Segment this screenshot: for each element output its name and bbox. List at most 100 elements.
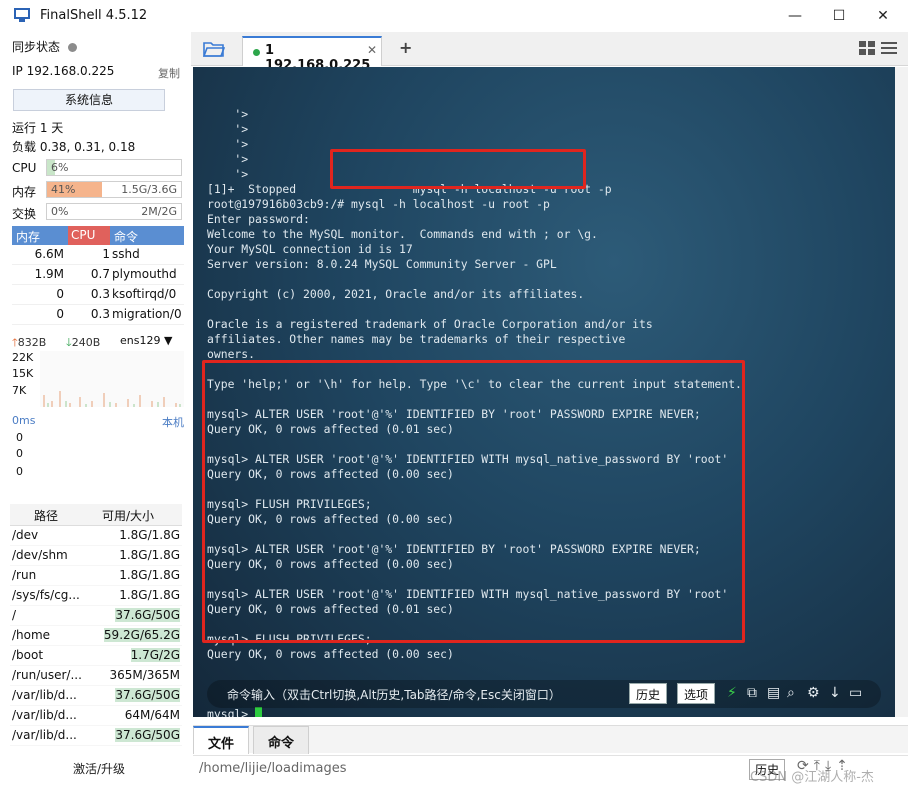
col-mem[interactable]: 内存	[16, 228, 40, 245]
arrow-down-icon[interactable]: ↓	[829, 685, 841, 701]
disk-path: /	[12, 608, 17, 622]
proc-cpu: 0.7	[90, 267, 110, 281]
mem-detail: 1.5G/3.6G	[121, 183, 177, 196]
process-row[interactable]: 6.6M 1 sshd	[12, 245, 184, 265]
disk-path: /sys/fs/cg...	[12, 588, 80, 602]
process-table-header: 内存 CPU 命令	[12, 226, 184, 245]
disk-row[interactable]: /var/lib/d... 64M/64M	[10, 706, 182, 726]
ping-monitor: 0ms 本机 0 0 0	[12, 414, 184, 492]
search-icon[interactable]: ⌕	[787, 685, 795, 701]
disk-row[interactable]: /run 1.8G/1.8G	[10, 566, 182, 586]
process-row[interactable]: 0 0.3 migration/0	[12, 305, 184, 325]
sync-dot-icon	[68, 43, 78, 52]
disk-size: 365M/365M	[109, 668, 180, 682]
disk-row[interactable]: /sys/fs/cg... 1.8G/1.8G	[10, 586, 182, 606]
disk-size: 1.8G/1.8G	[119, 528, 180, 542]
terminal-line: Oracle is a registered trademark of Orac…	[207, 317, 653, 331]
cpu-label: CPU	[12, 161, 37, 175]
process-row[interactable]: 0 0.3 ksoftirqd/0	[12, 285, 184, 305]
disk-size: 37.6G/50G	[115, 608, 180, 622]
command-input-bar[interactable]: 命令输入（双击Ctrl切换,Alt历史,Tab路径/命令,Esc关闭窗口） 历史…	[207, 680, 881, 708]
disk-size: 64M/64M	[124, 708, 180, 722]
col-path[interactable]: 路径	[34, 507, 58, 524]
command-input-hint[interactable]: 命令输入（双击Ctrl切换,Alt历史,Tab路径/命令,Esc关闭窗口）	[227, 686, 561, 703]
terminal-line: affiliates. Other names may be trademark…	[207, 332, 626, 346]
menu-icon[interactable]	[881, 42, 897, 54]
interface-select[interactable]: ens129 ▼	[120, 334, 172, 347]
tab-close-icon[interactable]: ✕	[367, 43, 377, 57]
ip-value: 192.168.0.225	[26, 64, 115, 78]
col-size[interactable]: 可用/大小	[102, 507, 154, 524]
disk-row[interactable]: /boot 1.7G/2G	[10, 646, 182, 666]
tab-file[interactable]: 文件	[193, 726, 250, 754]
disk-row[interactable]: /var/lib/d... 37.6G/50G	[10, 726, 182, 746]
disk-size: 1.8G/1.8G	[119, 568, 180, 582]
disk-row[interactable]: /var/lib/d... 37.6G/50G	[10, 686, 182, 706]
disk-row[interactable]: /dev/shm 1.8G/1.8G	[10, 546, 182, 566]
sync-label: 同步状态	[12, 40, 61, 54]
history-button[interactable]: 历史	[629, 683, 668, 704]
path-input[interactable]: /home/lijie/loadimages	[199, 761, 347, 776]
disk-path: /home	[12, 628, 51, 642]
disk-size: 1.8G/1.8G	[119, 588, 180, 602]
terminal-line: Your MySQL connection id is 17	[207, 242, 413, 256]
process-row[interactable]: 1.9M 0.7 plymouthd	[12, 265, 184, 285]
proc-cmd: migration/0	[112, 307, 182, 321]
net-y-label: 22K	[12, 351, 34, 364]
proc-mem: 0	[56, 287, 64, 301]
copy-link[interactable]: 复制	[158, 65, 180, 81]
terminal-line: Enter password:	[207, 212, 310, 226]
window-icon[interactable]: ▭	[849, 685, 862, 701]
maximize-button[interactable]: ☐	[816, 4, 862, 28]
terminal-prompt-line[interactable]: mysql>	[207, 707, 742, 717]
minimize-button[interactable]: —	[772, 4, 818, 28]
cpu-meter: 6%	[46, 159, 182, 176]
proc-cmd: plymouthd	[112, 267, 177, 281]
lightning-icon[interactable]: ⚡	[727, 685, 737, 701]
highlight-box-sql-commands	[202, 360, 745, 643]
disk-size: 37.6G/50G	[115, 688, 180, 702]
gear-icon[interactable]: ⚙	[807, 685, 820, 701]
left-panel: 同步状态 IP 192.168.0.225 复制 系统信息 运行 1 天 负载 …	[8, 32, 190, 785]
disk-path: /var/lib/d...	[12, 688, 77, 702]
disk-size: 59.2G/65.2G	[103, 628, 180, 642]
col-cpu[interactable]: CPU	[68, 226, 110, 245]
activate-upgrade-link[interactable]: 激活/升级	[8, 760, 190, 777]
network-monitor: 🡑832B 🡓240B ens129 ▼ 22K 15K 7K	[12, 334, 188, 409]
sysinfo-button[interactable]: 系统信息	[13, 89, 165, 111]
copy-icon[interactable]: ⧉	[747, 685, 757, 701]
disk-row[interactable]: /home 59.2G/65.2G	[10, 626, 182, 646]
grid-layout-icon[interactable]	[859, 41, 875, 55]
disk-rows: /dev 1.8G/1.8G/dev/shm 1.8G/1.8G/run 1.8G/1…	[10, 526, 182, 746]
tab-session-1[interactable]: 1 192.168.0.225 ✕	[242, 36, 382, 73]
col-cmd[interactable]: 命令	[114, 228, 138, 245]
disk-row[interactable]: /run/user/... 365M/365M	[10, 666, 182, 686]
paste-icon[interactable]: ▤	[767, 685, 780, 701]
bottom-tab-bar: 文件 命令	[193, 725, 908, 754]
disk-path: /run	[12, 568, 37, 582]
proc-cmd: ksoftirqd/0	[112, 287, 177, 301]
proc-cpu: 0.3	[90, 307, 110, 321]
tab-command[interactable]: 命令	[253, 726, 310, 754]
disk-table-header: 路径 可用/大小	[10, 504, 182, 526]
ip-row: IP 192.168.0.225	[12, 64, 114, 78]
disk-path: /var/lib/d...	[12, 728, 77, 742]
disk-row[interactable]: /dev 1.8G/1.8G	[10, 526, 182, 546]
ping-target[interactable]: 本机	[162, 414, 184, 430]
sync-status: 同步状态	[12, 38, 78, 55]
folder-icon[interactable]	[203, 40, 225, 57]
net-y-label: 7K	[12, 384, 27, 397]
title-bar: FinalShell 4.5.12 — ☐ ✕	[0, 0, 912, 32]
terminal[interactable]: '> '> '> '> '> [1]+ Stopped mysql -h loca…	[193, 67, 895, 717]
disk-row[interactable]: / 37.6G/50G	[10, 606, 182, 626]
caret-down-icon: ▼	[163, 334, 173, 347]
disk-size: 37.6G/50G	[115, 728, 180, 742]
options-button[interactable]: 选项	[677, 683, 716, 704]
ping-value: 0	[16, 431, 23, 444]
close-button[interactable]: ✕	[860, 4, 906, 28]
proc-cmd: sshd	[112, 247, 140, 261]
terminal-scrollbar[interactable]	[895, 67, 908, 717]
add-tab-button[interactable]: +	[399, 38, 412, 57]
